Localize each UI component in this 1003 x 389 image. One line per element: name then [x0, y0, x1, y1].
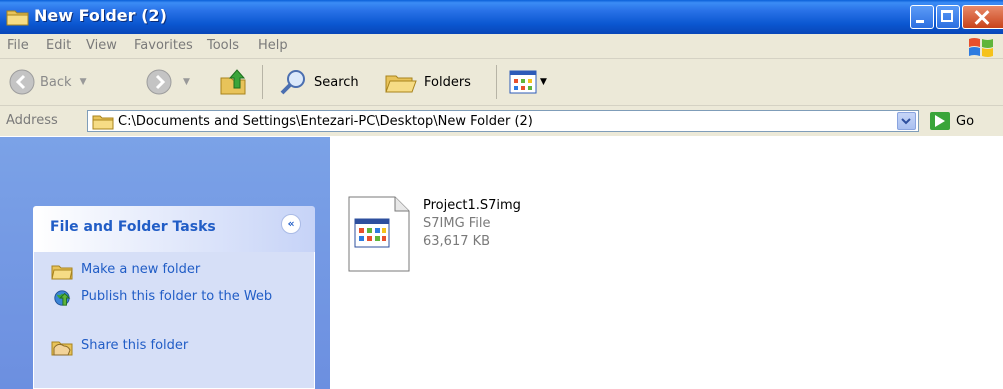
globe-icon: [54, 290, 71, 306]
menu-file[interactable]: File: [7, 38, 29, 53]
address-bar: Address C:\Documents and Settings\Enteza…: [0, 106, 1003, 136]
go-arrow-icon: [930, 112, 950, 130]
make-new-folder-link[interactable]: Make a new folder: [51, 262, 200, 280]
address-folder-icon: [92, 115, 114, 130]
share-folder-icon: [51, 341, 73, 356]
back-button[interactable]: Back ▼: [8, 68, 86, 96]
folders-button[interactable]: Folders: [384, 68, 471, 96]
go-label: Go: [956, 113, 975, 129]
menu-edit[interactable]: Edit: [46, 38, 71, 53]
task-panel-header[interactable]: File and Folder Tasks «: [33, 206, 315, 252]
windows-logo-icon: [969, 38, 993, 57]
go-button[interactable]: Go: [930, 112, 974, 130]
file-document-icon: [348, 196, 410, 272]
forward-dropdown-icon[interactable]: ▼: [183, 77, 190, 87]
task-panel-title: File and Folder Tasks: [50, 219, 216, 235]
collapse-chevron-icon[interactable]: «: [281, 214, 301, 234]
back-dropdown-icon[interactable]: ▼: [80, 77, 87, 87]
publish-folder-label: Publish this folder to the Web: [81, 289, 273, 304]
file-name: Project1.S7img: [423, 198, 521, 213]
publish-folder-link[interactable]: Publish this folder to the Web: [51, 289, 301, 307]
menu-favorites[interactable]: Favorites: [134, 38, 193, 53]
forward-button[interactable]: ▼: [145, 68, 190, 96]
new-folder-icon: [51, 265, 73, 280]
search-button[interactable]: Search: [278, 68, 359, 96]
close-button[interactable]: [962, 5, 1003, 29]
file-size: 63,617 KB: [423, 234, 491, 249]
views-icon: [509, 70, 537, 94]
folder-icon: [6, 10, 29, 26]
share-folder-label: Share this folder: [81, 338, 189, 353]
up-folder-icon[interactable]: [218, 68, 248, 96]
window-title: New Folder (2): [34, 6, 167, 25]
views-button[interactable]: ▼: [508, 69, 547, 95]
address-label: Address: [6, 113, 58, 128]
search-label: Search: [314, 74, 359, 90]
share-folder-link[interactable]: Share this folder: [51, 338, 188, 356]
chevron-down-icon: [901, 118, 911, 125]
back-label: Back: [40, 74, 72, 90]
folders-label: Folders: [424, 74, 471, 90]
menu-view[interactable]: View: [86, 38, 117, 53]
menu-tools[interactable]: Tools: [207, 38, 239, 53]
address-value: C:\Documents and Settings\Entezari-PC\De…: [118, 114, 533, 129]
folders-icon: [385, 75, 417, 93]
search-icon: [280, 70, 305, 95]
back-arrow-icon: [9, 69, 35, 95]
file-type: S7IMG File: [423, 216, 491, 231]
title-bar[interactable]: New Folder (2): [0, 0, 1003, 34]
toolbar: Back ▼ ▼ Search Folders ▼: [0, 59, 1003, 106]
menu-help[interactable]: Help: [258, 38, 288, 53]
maximize-button[interactable]: [936, 5, 960, 29]
task-panel-body: Make a new folder Publish this folder to…: [33, 252, 315, 389]
make-new-folder-label: Make a new folder: [81, 262, 201, 277]
tasks-pane: File and Folder Tasks « Make a new folde…: [0, 137, 330, 389]
forward-arrow-icon: [146, 69, 172, 95]
menu-bar: File Edit View Favorites Tools Help: [0, 34, 1003, 59]
minimize-button[interactable]: [910, 5, 934, 29]
address-dropdown-button[interactable]: [897, 112, 916, 130]
views-dropdown-icon[interactable]: ▼: [540, 77, 547, 87]
content-area: File and Folder Tasks « Make a new folde…: [0, 137, 1003, 389]
address-field[interactable]: C:\Documents and Settings\Entezari-PC\De…: [87, 110, 919, 132]
